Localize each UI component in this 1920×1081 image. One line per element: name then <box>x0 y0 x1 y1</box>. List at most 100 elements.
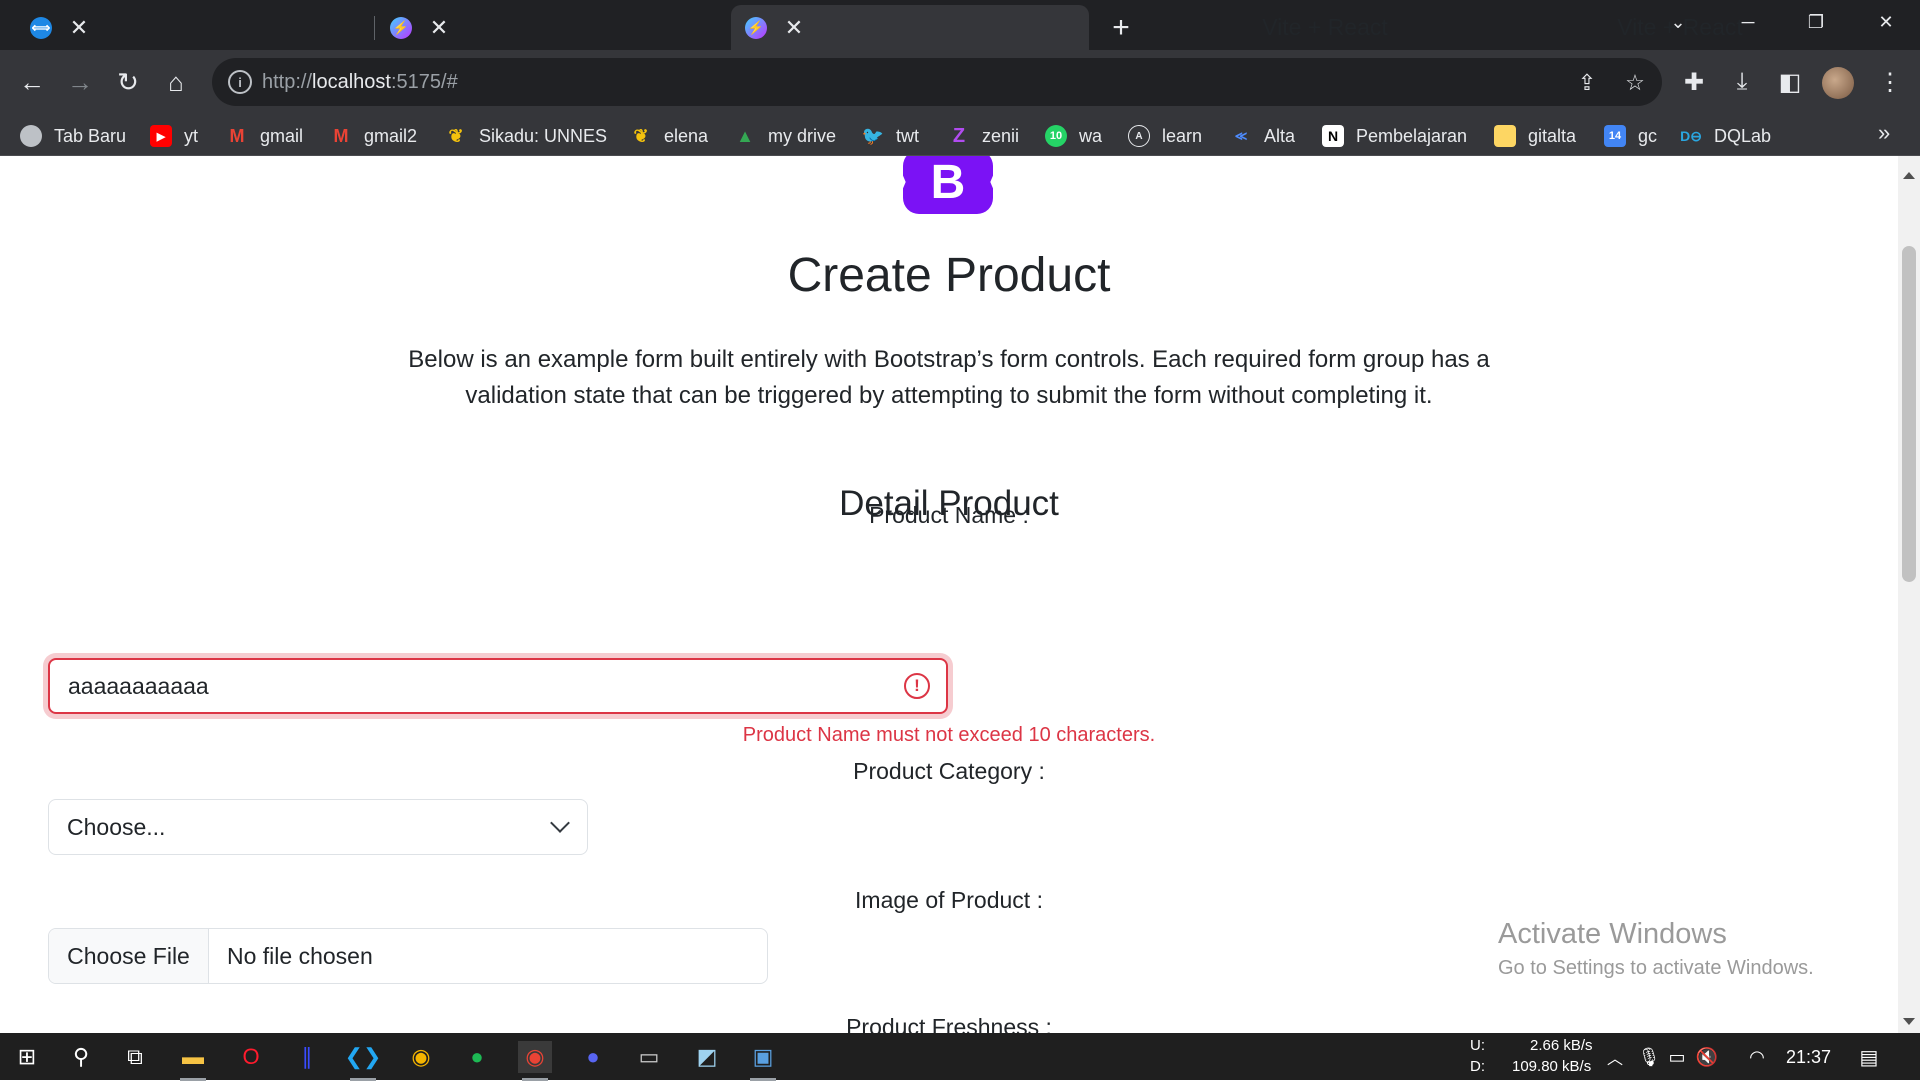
bookmark-label: twt <box>896 125 920 146</box>
bookmark-label: learn <box>1162 125 1203 146</box>
wifi-icon[interactable]: ◠ <box>1740 1041 1774 1073</box>
bookmark-label: DQLab <box>1714 125 1772 146</box>
youtube-icon: ▶ <box>150 125 172 147</box>
menu-kebab-icon[interactable]: ⋮ <box>1872 64 1908 100</box>
product-category-label: Product Category : <box>853 758 1045 784</box>
tab-strip: ⟺ HTML to JSX ✕ ⚡ Vite + React ✕ ⚡ Vite … <box>0 0 1920 50</box>
new-tab-button[interactable]: + <box>1102 9 1140 47</box>
product-name-input[interactable]: aaaaaaaaaaa ! <box>48 658 948 714</box>
product-image-file-input[interactable]: Choose File No file chosen <box>48 928 768 984</box>
bookmark-dqlab[interactable]: D⊖ DQLab <box>1680 123 1771 149</box>
scroll-thumb[interactable] <box>1902 246 1916 582</box>
chrome-active-icon[interactable]: ◉ <box>518 1041 552 1081</box>
url-path: :5175/# <box>390 71 458 93</box>
chrome-icon[interactable]: ◉ <box>404 1041 438 1073</box>
search-icon[interactable]: ⚲ <box>64 1041 98 1073</box>
bookmark-sikadu[interactable]: ❦ Sikadu: UNNES <box>445 123 607 149</box>
bookmark-gc[interactable]: 14 gc <box>1604 123 1657 149</box>
battery-icon[interactable]: ▭ <box>1660 1041 1694 1073</box>
bookmark-elena[interactable]: ❦ elena <box>630 123 708 149</box>
bookmark-tab-baru[interactable]: Tab Baru <box>20 123 126 149</box>
bookmark-yt[interactable]: ▶ yt <box>150 123 198 149</box>
url-scheme: http:// <box>262 71 313 93</box>
bookmark-label: zenii <box>982 125 1020 146</box>
windows-start-icon[interactable]: ⊞ <box>10 1041 44 1073</box>
alta-icon: ≪ <box>1234 129 1248 143</box>
bookmark-label: Sikadu: UNNES <box>479 125 608 146</box>
tray-overflow-icon[interactable]: ︿ <box>1598 1041 1632 1073</box>
browser-toolbar: ← → ↻ ⌂ i http://localhost:5175/# ⇪ ☆ ✚ … <box>0 50 1920 114</box>
share-icon[interactable]: ⇪ <box>1572 68 1602 98</box>
bookmark-gmail2[interactable]: Mgmail2 <box>330 123 418 149</box>
bookmark-twt[interactable]: 🐦 twt <box>862 123 919 149</box>
bookmarks-overflow-icon[interactable]: » <box>1878 120 1890 146</box>
address-bar[interactable]: i http://localhost:5175/# ⇪ ☆ <box>212 58 1662 106</box>
product-freshness-label: Product Freshness : <box>846 1014 1052 1033</box>
bookmark-wa[interactable]: 10 wa <box>1045 123 1102 149</box>
terminal-icon[interactable]: ▭ <box>632 1041 666 1073</box>
product-name-value: aaaaaaaaaaa <box>68 672 209 699</box>
profile-avatar[interactable] <box>1822 67 1854 99</box>
vscode-icon[interactable]: ❮❯ <box>345 1041 381 1081</box>
back-button[interactable]: ← <box>14 64 50 100</box>
upload-speed: 2.66 kB/s <box>1530 1037 1593 1054</box>
bookmark-gitalta[interactable]: gitalta <box>1494 123 1576 149</box>
bookmark-learn[interactable]: Alearn <box>1128 123 1202 149</box>
watermark-title: Activate Windows <box>1498 918 1727 950</box>
zenius-icon: Z <box>952 124 966 147</box>
download-icon[interactable]: ⤓ <box>1724 64 1760 100</box>
forward-button[interactable]: → <box>62 64 98 100</box>
bookmark-gmail[interactable]: Mgmail <box>226 123 304 149</box>
dqlab-icon: D⊖ <box>1680 127 1702 144</box>
page-scrollbar[interactable] <box>1898 156 1920 1033</box>
bookmark-zenii[interactable]: Zzenii <box>948 123 1019 149</box>
bookmarks-bar: Tab Baru ▶ yt Mgmail Mgmail2 ❦ Sikadu: UNN… <box>0 114 1920 156</box>
bookmark-label: gitalta <box>1528 125 1577 146</box>
bookmark-label: gmail2 <box>364 125 418 146</box>
notes-icon[interactable]: ◩ <box>690 1041 724 1073</box>
tab-search-icon[interactable]: ⌄ <box>1644 0 1712 44</box>
side-panel-icon[interactable]: ◧ <box>1772 64 1808 100</box>
bookmark-my-drive[interactable]: ▲ my drive <box>734 123 836 149</box>
url-host: localhost <box>312 71 391 93</box>
bookmark-pembelajaran[interactable]: N Pembelajaran <box>1322 123 1467 149</box>
gmail-icon: M <box>333 125 349 146</box>
volume-muted-icon[interactable]: 🔇 <box>1690 1041 1724 1073</box>
task-view-icon[interactable]: ⧉ <box>118 1041 152 1073</box>
remote-desktop-icon[interactable]: ▣ <box>746 1041 780 1081</box>
reload-button[interactable]: ↻ <box>110 64 146 100</box>
site-info-icon[interactable]: i <box>228 70 252 94</box>
minimize-button[interactable]: ─ <box>1714 0 1782 44</box>
file-status: No file chosen <box>227 942 373 969</box>
bookmark-star-icon[interactable]: ☆ <box>1620 68 1650 98</box>
calendar-icon: 14 <box>1604 125 1626 147</box>
notifications-icon[interactable]: ▤ <box>1852 1041 1886 1073</box>
clock[interactable]: 21:37 <box>1786 1047 1831 1068</box>
bookmark-label: yt <box>184 125 199 146</box>
tab-vite-react-1[interactable]: ⚡ Vite + React ✕ <box>376 5 1388 50</box>
learn-icon: A <box>1128 125 1150 147</box>
bookmark-label: Pembelajaran <box>1356 125 1468 146</box>
restore-button[interactable]: ❐ <box>1782 0 1850 44</box>
file-explorer-icon[interactable]: ▬ <box>176 1041 210 1081</box>
window-close-button[interactable]: ✕ <box>1852 0 1920 44</box>
choose-file-button[interactable]: Choose File <box>49 929 209 983</box>
product-category-value: Choose... <box>67 813 166 840</box>
bookmark-alta[interactable]: ≪ Alta <box>1230 123 1295 149</box>
unnes-icon: ❦ <box>633 125 649 146</box>
product-category-select[interactable]: Choose... <box>48 799 588 855</box>
opera-icon[interactable]: O <box>234 1041 268 1073</box>
tab-divider <box>374 16 375 40</box>
scroll-up-icon[interactable] <box>1903 172 1915 179</box>
windows-taskbar: ⊞ ⚲ ⧉ ▬ O ∥ ❮❯ ◉ ● ◉ ● ▭ ◩ ▣ U: 2.66 kB/… <box>0 1033 1920 1081</box>
scroll-down-icon[interactable] <box>1903 1018 1915 1025</box>
extensions-icon[interactable]: ✚ <box>1676 64 1712 100</box>
notion-icon: N <box>1322 125 1344 147</box>
tab-html-to-jsx[interactable]: ⟺ HTML to JSX ✕ <box>16 5 1033 50</box>
home-button[interactable]: ⌂ <box>158 64 194 100</box>
tab-vite-react-2[interactable]: ⚡ Vite + React ✕ <box>731 5 1743 50</box>
notepad-icon[interactable]: ∥ <box>290 1041 324 1073</box>
spotify-icon[interactable]: ● <box>460 1041 494 1073</box>
url-text[interactable]: http://localhost:5175/# <box>262 71 458 94</box>
discord-icon[interactable]: ● <box>576 1041 610 1073</box>
